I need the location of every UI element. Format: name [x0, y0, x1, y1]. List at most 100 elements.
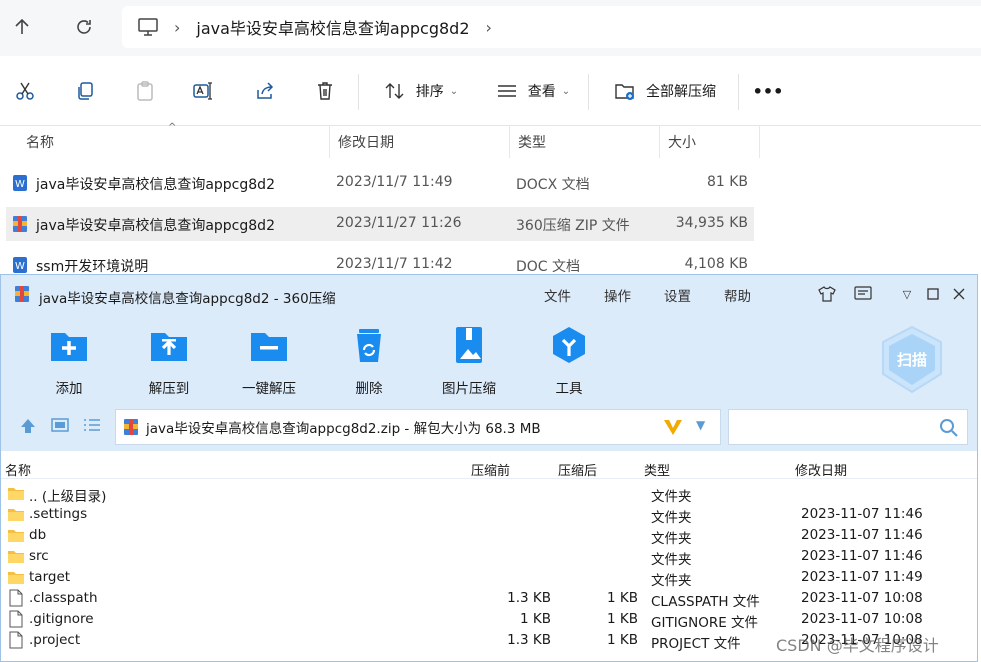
extract-to-button[interactable]: 解压到	[129, 321, 209, 401]
archive-item-after: 1 KB	[607, 632, 638, 648]
archive-row[interactable]: .classpath 1.3 KB 1 KB CLASSPATH 文件 2023-11-…	[1, 588, 977, 610]
add-label: 添加	[55, 381, 83, 397]
delete-button[interactable]: 删除	[329, 321, 409, 401]
tools-button[interactable]: 工具	[529, 321, 609, 401]
delete-icon[interactable]	[312, 76, 338, 106]
archive-row[interactable]: src 文件夹 2023-11-07 11:46	[1, 546, 977, 568]
file-type: DOCX 文档	[516, 177, 590, 193]
archive-item-after: 1 KB	[607, 611, 638, 627]
view-button[interactable]: 查看 ⌄	[488, 76, 578, 106]
menu-operate[interactable]: 操作	[604, 285, 631, 305]
archive-item-name: src	[29, 548, 49, 564]
file-modified: 2023/11/7 11:42	[336, 256, 453, 272]
zip-title-bar: java毕设安卓高校信息查询appcg8d2 - 360压缩 文件 操作 设置 …	[1, 275, 977, 313]
archive-item-type: CLASSPATH 文件	[651, 594, 760, 610]
refresh-icon[interactable]	[66, 10, 102, 44]
explorer-nav-bar: › java毕设安卓高校信息查询appcg8d2 ›	[0, 0, 981, 56]
thumbnail-view-icon[interactable]	[51, 417, 71, 437]
archive-item-type: 文件夹	[651, 552, 692, 568]
archive-item-name: .project	[29, 632, 81, 648]
archive-item-after: 1 KB	[607, 590, 638, 606]
file-modified: 2023/11/7 11:49	[336, 174, 453, 190]
toolbar-divider	[588, 74, 589, 110]
file-row-selected[interactable]: java毕设安卓高校信息查询appcg8d2 2023/11/27 11:26 …	[6, 207, 754, 241]
file-modified: 2023/11/27 11:26	[336, 215, 462, 231]
chevron-down-icon: ⌄	[561, 85, 571, 97]
archive-item-type: 文件夹	[651, 531, 692, 547]
col-modified[interactable]: 修改日期	[795, 460, 847, 479]
image-compress-button[interactable]: 图片压缩	[429, 321, 509, 401]
dropdown-caret-icon[interactable]: ▽	[897, 284, 917, 304]
file-size: 81 KB	[706, 174, 748, 190]
search-icon[interactable]	[939, 418, 959, 438]
svg-text:W: W	[15, 261, 25, 272]
archive-item-before: 1 KB	[520, 611, 551, 627]
file-row[interactable]: W java毕设安卓高校信息查询appcg8d2 2023/11/7 11:49…	[6, 166, 754, 200]
zip-window-title: java毕设安卓高校信息查询appcg8d2 - 360压缩	[39, 291, 336, 307]
col-after[interactable]: 压缩后	[558, 460, 597, 479]
feedback-icon[interactable]	[853, 284, 873, 304]
scan-button[interactable]: 扫描	[879, 325, 945, 395]
share-icon[interactable]	[252, 76, 278, 106]
zip-archive-icon	[13, 216, 27, 232]
archive-item-type: PROJECT 文件	[651, 636, 741, 652]
archive-item-name: .. (上级目录)	[29, 489, 107, 505]
skin-shirt-icon[interactable]	[817, 284, 837, 304]
zip-toolbar: 添加 解压到 一键解压 删除 图片压缩 工具	[1, 313, 977, 405]
archive-path-field[interactable]: java毕设安卓高校信息查询appcg8d2.zip - 解包大小为 68.3 …	[115, 409, 721, 445]
file-icon	[9, 631, 23, 649]
archive-search-input[interactable]	[728, 409, 968, 445]
chevron-down-icon: ⌄	[449, 85, 459, 97]
archive-row[interactable]: db 文件夹 2023-11-07 11:46	[1, 525, 977, 547]
chevron-right-icon[interactable]: ›	[486, 18, 492, 37]
one-click-extract-button[interactable]: 一键解压	[229, 321, 309, 401]
file-explorer-window: › java毕设安卓高校信息查询appcg8d2 › 排序 ⌄ 查看 ⌄ 全部解…	[0, 0, 981, 290]
archive-item-name: target	[29, 569, 71, 585]
archive-item-name: .classpath	[29, 590, 98, 606]
column-header-type[interactable]: 类型	[510, 126, 660, 158]
zip-address-bar: java毕设安卓高校信息查询appcg8d2.zip - 解包大小为 68.3 …	[1, 405, 977, 451]
view-list-icon	[497, 85, 516, 97]
maximize-icon[interactable]	[923, 284, 943, 304]
archive-path-text: java毕设安卓高校信息查询appcg8d2.zip - 解包大小为 68.3 …	[146, 421, 541, 437]
archive-row[interactable]: .gitignore 1 KB 1 KB GITIGNORE 文件 2023-11-07…	[1, 609, 977, 631]
col-before[interactable]: 压缩前	[471, 460, 510, 479]
add-button[interactable]: 添加	[29, 321, 109, 401]
cut-icon[interactable]	[12, 76, 38, 106]
menu-help[interactable]: 帮助	[724, 285, 751, 305]
up-level-icon[interactable]	[19, 417, 39, 437]
path-dropdown-icon[interactable]: ▼	[696, 418, 705, 432]
chevron-right-icon: ›	[174, 17, 181, 37]
one-click-extract-icon	[251, 333, 287, 361]
address-bar[interactable]: › java毕设安卓高校信息查询appcg8d2 ›	[122, 6, 981, 48]
breadcrumb[interactable]: java毕设安卓高校信息查询appcg8d2	[196, 15, 469, 39]
col-name[interactable]: 名称	[5, 460, 31, 479]
sort-button[interactable]: 排序 ⌄	[376, 76, 466, 106]
column-name-label: 名称	[26, 135, 54, 151]
word-doc-icon: W	[13, 257, 27, 273]
archive-row[interactable]: .settings 文件夹 2023-11-07 11:46	[1, 504, 977, 526]
paste-icon[interactable]	[132, 76, 158, 106]
more-options-button[interactable]: •••	[752, 76, 784, 106]
column-header-size[interactable]: 大小	[660, 126, 760, 158]
menu-settings[interactable]: 设置	[664, 285, 691, 305]
archive-row[interactable]: target 文件夹 2023-11-07 11:49	[1, 567, 977, 589]
archive-row[interactable]: .. (上级目录) 文件夹	[1, 483, 977, 505]
close-icon[interactable]	[949, 284, 969, 304]
archive-item-modified: 2023-11-07 10:08	[801, 611, 923, 627]
checkmark-v-icon[interactable]	[662, 417, 684, 437]
list-view-icon[interactable]	[83, 417, 103, 437]
copy-icon[interactable]	[72, 76, 98, 106]
up-arrow-icon[interactable]	[4, 10, 40, 44]
folder-icon	[8, 488, 24, 500]
rename-icon[interactable]	[190, 76, 216, 106]
sort-label: 排序	[415, 84, 444, 100]
extract-all-button[interactable]: 全部解压缩	[606, 76, 724, 106]
column-header-modified[interactable]: 修改日期	[330, 126, 510, 158]
file-size: 4,108 KB	[684, 256, 748, 272]
command-bar: 排序 ⌄ 查看 ⌄ 全部解压缩 •••	[0, 56, 981, 126]
toolbar-divider	[358, 74, 359, 110]
folder-icon	[8, 572, 24, 584]
menu-file[interactable]: 文件	[544, 285, 571, 305]
col-type[interactable]: 类型	[644, 460, 670, 479]
